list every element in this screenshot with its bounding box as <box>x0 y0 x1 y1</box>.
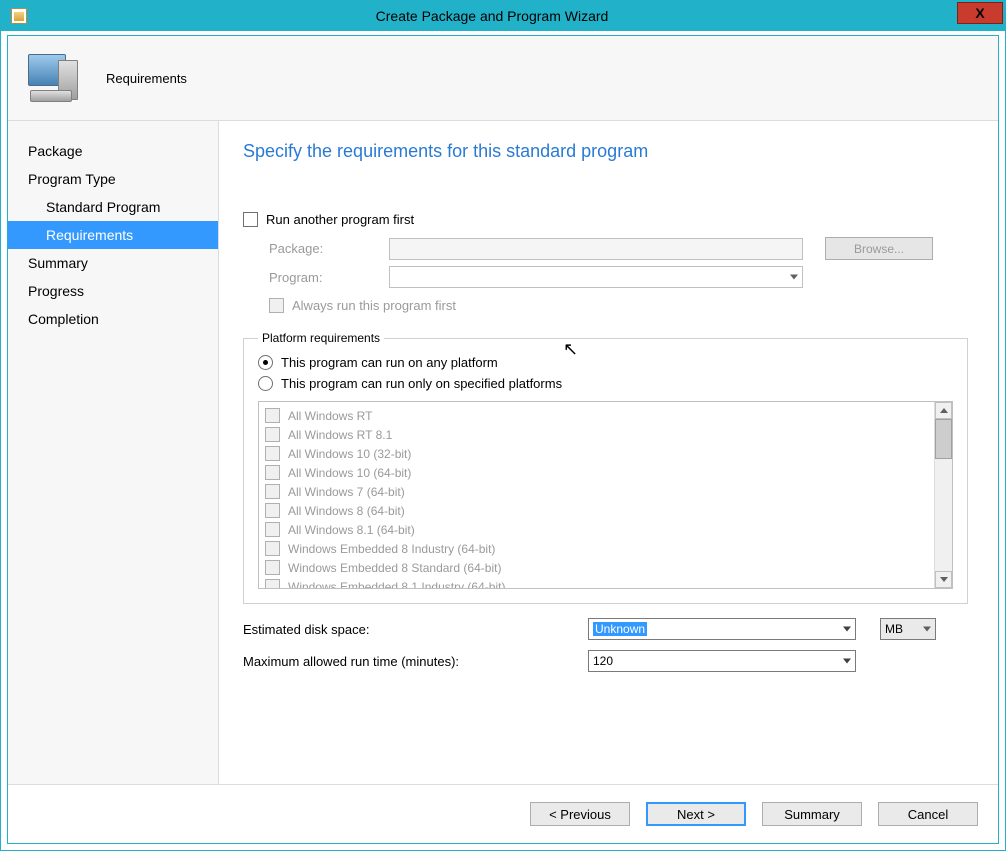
close-icon: X <box>975 5 984 21</box>
chevron-down-icon <box>790 275 798 280</box>
platform-list: All Windows RT All Windows RT 8.1 All Wi… <box>258 401 953 589</box>
run-another-row: Run another program first <box>243 212 968 227</box>
platform-checkbox <box>265 522 280 537</box>
list-item: All Windows 8.1 (64-bit) <box>265 520 928 539</box>
previous-button[interactable]: < Previous <box>530 802 630 826</box>
always-run-checkbox <box>269 298 284 313</box>
platform-scrollbar[interactable] <box>934 402 952 588</box>
cancel-button[interactable]: Cancel <box>878 802 978 826</box>
program-label: Program: <box>269 270 389 285</box>
disk-space-combo[interactable]: Unknown <box>588 618 856 640</box>
sidebar-item-program-type[interactable]: Program Type <box>8 165 218 193</box>
program-combo <box>389 266 803 288</box>
scroll-thumb[interactable] <box>935 419 952 459</box>
list-item: All Windows 10 (64-bit) <box>265 463 928 482</box>
chevron-down-icon <box>843 659 851 664</box>
run-another-subform: Package: Browse... Program: Always run t… <box>269 237 968 313</box>
disk-unit-value: MB <box>885 622 903 636</box>
disk-space-row: Estimated disk space: Unknown MB <box>243 618 968 640</box>
header-title: Requirements <box>106 71 187 86</box>
chevron-down-icon <box>923 627 931 632</box>
list-item: All Windows RT 8.1 <box>265 425 928 444</box>
radio-specified-label: This program can run only on specified p… <box>281 376 562 391</box>
disk-space-label: Estimated disk space: <box>243 622 588 637</box>
platform-checkbox <box>265 484 280 499</box>
platform-fieldset: Platform requirements This program can r… <box>243 331 968 604</box>
computer-icon <box>28 54 82 102</box>
list-item: Windows Embedded 8 Industry (64-bit) <box>265 539 928 558</box>
browse-button: Browse... <box>825 237 933 260</box>
radio-any-platform[interactable] <box>258 355 273 370</box>
platform-checkbox <box>265 503 280 518</box>
chevron-up-icon <box>940 408 948 413</box>
sidebar-item-completion[interactable]: Completion <box>8 305 218 333</box>
list-item: All Windows 8 (64-bit) <box>265 501 928 520</box>
wizard-sidebar: Package Program Type Standard Program Re… <box>8 121 219 784</box>
platform-checkbox <box>265 427 280 442</box>
summary-button[interactable]: Summary <box>762 802 862 826</box>
platform-list-body: All Windows RT All Windows RT 8.1 All Wi… <box>259 402 934 588</box>
list-item: All Windows 7 (64-bit) <box>265 482 928 501</box>
platform-checkbox <box>265 446 280 461</box>
package-label: Package: <box>269 241 389 256</box>
wizard-footer: < Previous Next > Summary Cancel <box>8 784 998 843</box>
wizard-window: Create Package and Program Wizard X Requ… <box>0 0 1006 851</box>
wizard-body: Package Program Type Standard Program Re… <box>8 121 998 784</box>
sidebar-item-summary[interactable]: Summary <box>8 249 218 277</box>
sidebar-item-package[interactable]: Package <box>8 137 218 165</box>
app-icon <box>11 8 27 24</box>
wizard-content: Specify the requirements for this standa… <box>219 121 998 784</box>
next-button[interactable]: Next > <box>646 802 746 826</box>
window-title: Create Package and Program Wizard <box>27 8 957 24</box>
runtime-label: Maximum allowed run time (minutes): <box>243 654 588 669</box>
chevron-down-icon <box>843 627 851 632</box>
chevron-down-icon <box>940 577 948 582</box>
disk-space-value: Unknown <box>593 622 647 636</box>
run-another-checkbox[interactable] <box>243 212 258 227</box>
runtime-value: 120 <box>593 654 613 668</box>
sidebar-item-progress[interactable]: Progress <box>8 277 218 305</box>
scroll-down-button[interactable] <box>935 571 952 588</box>
list-item: All Windows 10 (32-bit) <box>265 444 928 463</box>
list-item: All Windows RT <box>265 406 928 425</box>
list-item: Windows Embedded 8 Standard (64-bit) <box>265 558 928 577</box>
platform-checkbox <box>265 408 280 423</box>
sidebar-item-standard-program[interactable]: Standard Program <box>8 193 218 221</box>
platform-legend: Platform requirements <box>258 331 384 345</box>
wizard-inner: Requirements Package Program Type Standa… <box>7 35 999 844</box>
runtime-row: Maximum allowed run time (minutes): 120 <box>243 650 968 672</box>
page-title: Specify the requirements for this standa… <box>243 141 968 162</box>
sidebar-item-requirements[interactable]: Requirements <box>8 221 218 249</box>
disk-unit-combo[interactable]: MB <box>880 618 936 640</box>
scroll-up-button[interactable] <box>935 402 952 419</box>
platform-checkbox <box>265 579 280 588</box>
runtime-combo[interactable]: 120 <box>588 650 856 672</box>
platform-checkbox <box>265 465 280 480</box>
platform-checkbox <box>265 541 280 556</box>
close-button[interactable]: X <box>957 2 1003 24</box>
radio-any-label: This program can run on any platform <box>281 355 498 370</box>
platform-checkbox <box>265 560 280 575</box>
scroll-track[interactable] <box>935 419 952 571</box>
run-another-label: Run another program first <box>266 212 414 227</box>
title-bar[interactable]: Create Package and Program Wizard X <box>1 1 1005 31</box>
list-item: Windows Embedded 8.1 Industry (64-bit) <box>265 577 928 588</box>
always-run-label: Always run this program first <box>292 298 456 313</box>
package-input <box>389 238 803 260</box>
wizard-header: Requirements <box>8 36 998 121</box>
radio-specified-platforms[interactable] <box>258 376 273 391</box>
